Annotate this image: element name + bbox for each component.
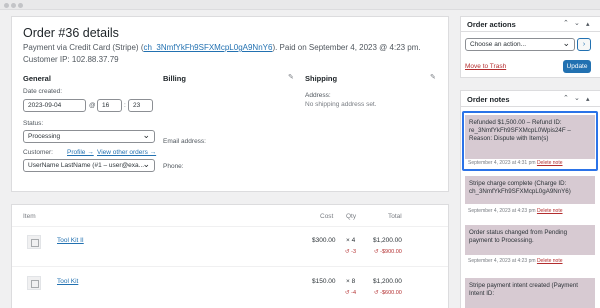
- refund-total: ↺ -$900.00: [374, 249, 402, 255]
- note-meta: September 4, 2023 at 4:23 pm Delete note: [468, 208, 563, 214]
- delete-note-link[interactable]: Delete note: [537, 258, 563, 264]
- actions-header-divider: [461, 31, 600, 32]
- move-up-icon[interactable]: ⌃: [563, 94, 569, 102]
- item-row-divider: [12, 266, 448, 267]
- apply-action-button[interactable]: ›: [577, 38, 591, 51]
- order-note: Stripe charge complete (Charge ID: ch_3N…: [465, 176, 595, 204]
- qty-column-header: Qty: [346, 213, 357, 220]
- update-button[interactable]: Update: [563, 60, 591, 73]
- billing-email-label: Email address:: [163, 138, 206, 145]
- shipping-address-value: No shipping address set.: [305, 101, 377, 108]
- date-created-input[interactable]: 2023-09-04: [23, 99, 86, 112]
- collapse-icon[interactable]: ▴: [586, 20, 590, 28]
- view-other-orders-link[interactable]: View other orders →: [97, 149, 156, 156]
- product-link-tool-kit-ii[interactable]: Tool Kit II: [57, 237, 84, 244]
- total-column-header: Total: [388, 213, 402, 220]
- product-thumbnail-icon: [27, 276, 41, 290]
- item-total: $1,200.00: [373, 278, 402, 285]
- item-cost: $150.00: [312, 278, 336, 285]
- customer-profile-link[interactable]: Profile →: [67, 149, 94, 156]
- notes-header-divider: [461, 106, 600, 107]
- window-close-icon[interactable]: [4, 3, 9, 8]
- note-meta: September 4, 2023 at 4:23 pm Delete note: [468, 258, 563, 264]
- status-select[interactable]: Processing: [23, 130, 155, 143]
- refund-total: ↺ -$600.00: [374, 290, 402, 296]
- refund-qty: ↺ -4: [345, 290, 357, 296]
- window-minimize-icon[interactable]: [11, 3, 16, 8]
- order-notes-title: Order notes: [467, 95, 510, 104]
- hour-input[interactable]: 16: [97, 99, 122, 112]
- product-thumbnail-icon: [27, 235, 41, 249]
- customer-ip: Customer IP: 102.88.37.79: [23, 55, 119, 64]
- cost-column-header: Cost: [320, 213, 334, 220]
- move-down-icon[interactable]: ⌄: [574, 94, 580, 102]
- refund-qty: ↺ -3: [345, 249, 357, 255]
- collapse-icon[interactable]: ▴: [586, 95, 590, 103]
- payment-info: Payment via Credit Card (Stripe) (ch_3Nm…: [23, 43, 421, 52]
- item-cost: $300.00: [312, 237, 336, 244]
- general-heading: General: [23, 74, 51, 83]
- customer-select[interactable]: UserName LastName (#1 – user@exa...: [23, 159, 155, 172]
- move-to-trash-link[interactable]: Move to Trash: [465, 63, 506, 70]
- edit-billing-icon[interactable]: ✎: [288, 73, 294, 81]
- product-link-tool-kit[interactable]: Tool Kit: [57, 278, 78, 285]
- item-qty: × 8: [346, 278, 356, 285]
- items-header-divider: [12, 226, 448, 227]
- customer-label: Customer:: [23, 149, 53, 156]
- window-maximize-icon[interactable]: [18, 3, 23, 8]
- delete-note-link[interactable]: Delete note: [537, 208, 563, 214]
- page-title: Order #36 details: [23, 26, 119, 40]
- item-qty: × 4: [346, 237, 356, 244]
- billing-heading: Billing: [163, 74, 186, 83]
- order-note: Order status changed from Pending paymen…: [465, 225, 595, 255]
- status-label: Status:: [23, 120, 44, 127]
- item-column-header: Item: [23, 213, 36, 220]
- date-created-label: Date created:: [23, 88, 63, 95]
- time-colon: :: [124, 102, 126, 109]
- order-action-select[interactable]: Choose an action...: [465, 38, 575, 51]
- item-total: $1,200.00: [373, 237, 402, 244]
- move-up-icon[interactable]: ⌃: [563, 19, 569, 27]
- selected-note-highlight: [462, 111, 598, 171]
- order-note: Stripe payment intent created (Payment I…: [465, 278, 595, 308]
- window-title-bar: [0, 0, 600, 10]
- move-down-icon[interactable]: ⌄: [574, 19, 580, 27]
- minute-input[interactable]: 23: [128, 99, 153, 112]
- shipping-address-label: Address:: [305, 92, 331, 99]
- payment-id-link[interactable]: ch_3NmfYkFh9SFXMcpL0gA9NnY6: [143, 43, 272, 52]
- order-actions-title: Order actions: [467, 20, 516, 29]
- at-label: @: [89, 102, 96, 109]
- shipping-heading: Shipping: [305, 74, 338, 83]
- edit-shipping-icon[interactable]: ✎: [430, 73, 436, 81]
- billing-phone-label: Phone:: [163, 163, 184, 170]
